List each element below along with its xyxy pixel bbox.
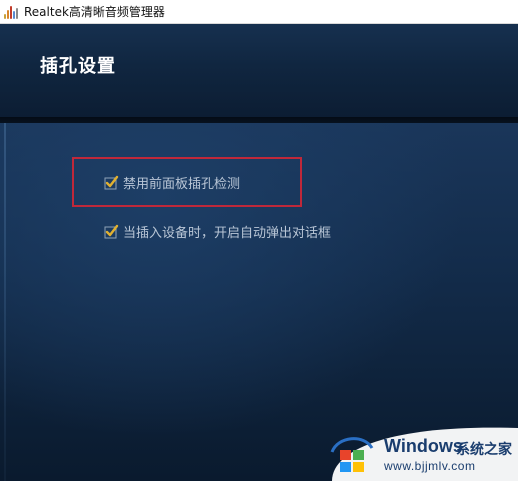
option-label: 当插入设备时，开启自动弹出对话框: [123, 226, 332, 241]
option-label: 禁用前面板插孔检测: [123, 177, 241, 192]
window-title: Realtek高清晰音频管理器: [24, 5, 165, 19]
option-disable-front-panel-detection[interactable]: 禁用前面板插孔检测: [104, 173, 240, 192]
checkbox-checked-icon[interactable]: [104, 175, 119, 190]
window-titlebar[interactable]: Realtek高清晰音频管理器: [0, 0, 518, 24]
section-header: 插孔设置: [0, 24, 518, 117]
page-title: 插孔设置: [40, 56, 116, 77]
windows-logo-icon: [328, 432, 376, 476]
option-auto-popup-dialog[interactable]: 当插入设备时，开启自动弹出对话框: [104, 222, 331, 241]
watermark-cn: 系统之家: [456, 442, 512, 458]
realtek-audio-icon: [4, 5, 20, 19]
watermark-url: www.bjjmlv.com: [384, 459, 476, 473]
watermark: Windows 系统之家 www.bjjmlv.com: [322, 424, 518, 481]
checkbox-checked-icon[interactable]: [104, 224, 119, 239]
watermark-brand: Windows: [384, 436, 463, 456]
panel-edge: [4, 123, 6, 481]
